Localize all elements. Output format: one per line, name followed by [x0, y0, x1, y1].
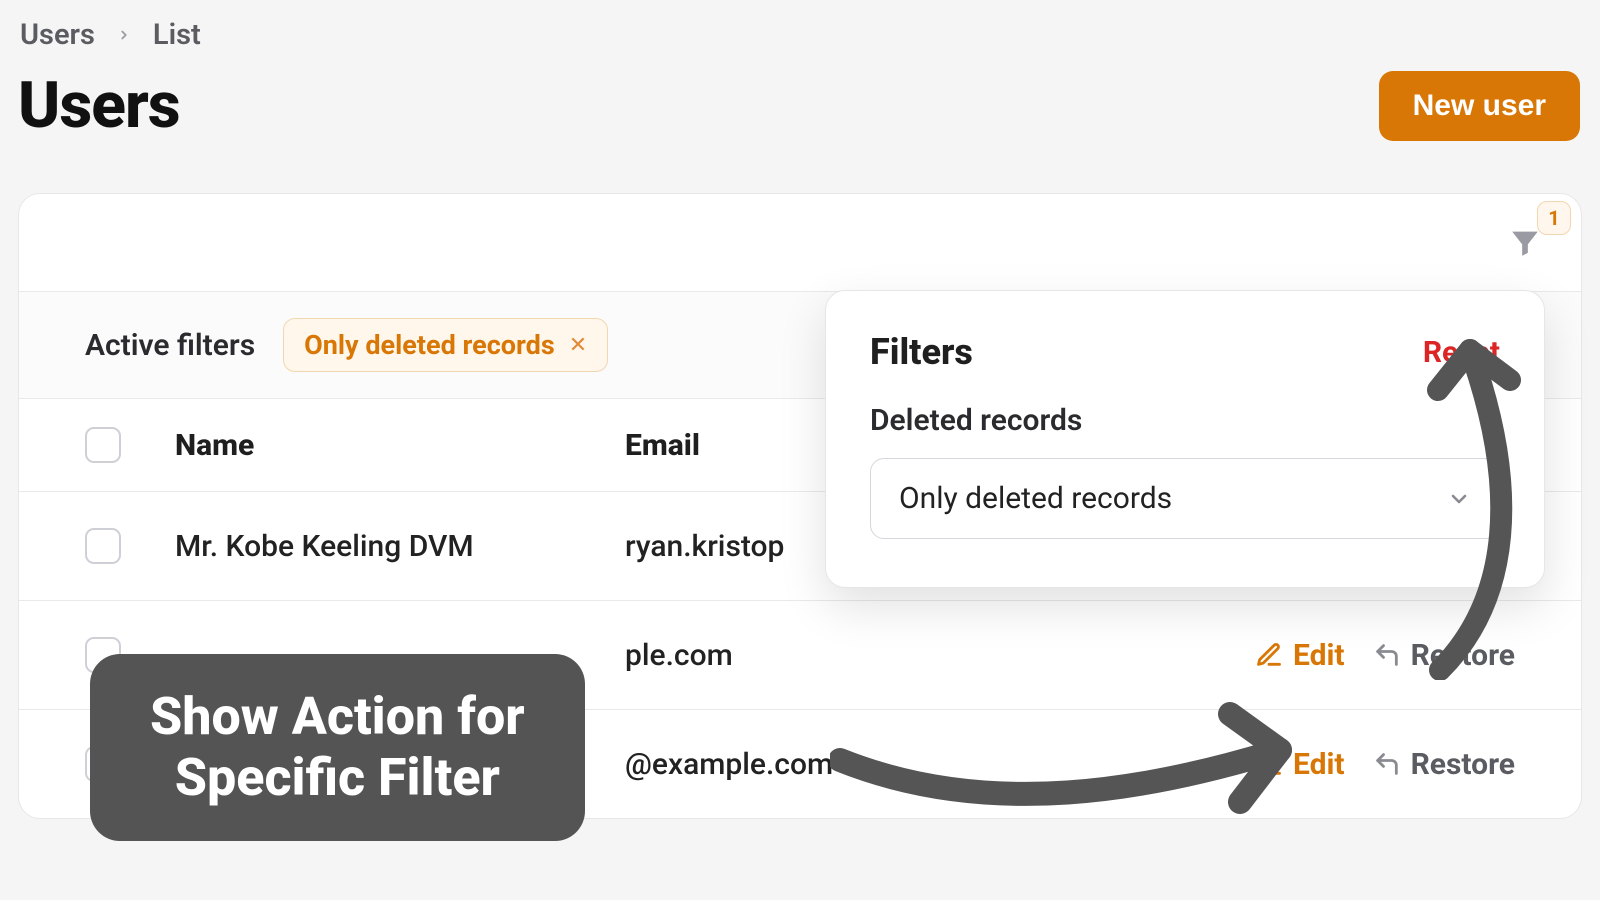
edit-icon [1255, 641, 1283, 669]
select-value: Only deleted records [899, 481, 1172, 516]
funnel-icon [1508, 226, 1542, 260]
cell-name: Mr. Kobe Keeling DVM [175, 529, 625, 564]
filters-popover: Filters Reset Deleted records Only delet… [825, 290, 1545, 588]
chevron-down-icon [1447, 487, 1471, 511]
restore-action[interactable]: Restore [1373, 638, 1515, 673]
deleted-records-select[interactable]: Only deleted records [870, 458, 1500, 539]
restore-action[interactable]: Restore [1373, 747, 1515, 782]
restore-label: Restore [1411, 747, 1515, 782]
filters-reset-button[interactable]: Reset [1423, 335, 1500, 370]
new-user-button[interactable]: New user [1379, 71, 1580, 141]
select-all-checkbox[interactable] [85, 427, 121, 463]
close-icon[interactable]: ✕ [569, 333, 587, 358]
edit-action[interactable]: Edit [1255, 747, 1345, 782]
edit-icon [1255, 750, 1283, 778]
annotation-callout: Show Action for Specific Filter [90, 654, 585, 841]
cell-email: @example.com [625, 747, 1175, 782]
undo-icon [1373, 750, 1401, 778]
breadcrumb-root[interactable]: Users [20, 18, 95, 52]
chevron-right-icon [117, 24, 131, 46]
filter-field-label: Deleted records [870, 403, 1500, 438]
card-toolbar: 1 [19, 194, 1581, 292]
page-title: Users [18, 68, 180, 143]
filter-count-badge: 1 [1537, 201, 1571, 235]
edit-label: Edit [1293, 747, 1345, 782]
column-header-name[interactable]: Name [175, 428, 625, 463]
edit-action[interactable]: Edit [1255, 638, 1345, 673]
restore-label: Restore [1411, 638, 1515, 673]
breadcrumb-current: List [153, 18, 201, 52]
page-header: Users New user [0, 58, 1600, 179]
active-filters-label: Active filters [85, 328, 255, 363]
cell-email: ple.com [625, 638, 1175, 673]
edit-label: Edit [1293, 638, 1345, 673]
filters-popover-title: Filters [870, 331, 973, 373]
filter-button[interactable]: 1 [1505, 223, 1545, 263]
annotation-line: Show Action for [150, 686, 525, 747]
breadcrumb: Users List [0, 0, 1600, 58]
filter-chip-label: Only deleted records [304, 329, 555, 361]
row-checkbox[interactable] [85, 528, 121, 564]
undo-icon [1373, 641, 1401, 669]
filter-chip-deleted[interactable]: Only deleted records ✕ [283, 318, 608, 372]
annotation-line: Specific Filter [150, 747, 525, 808]
